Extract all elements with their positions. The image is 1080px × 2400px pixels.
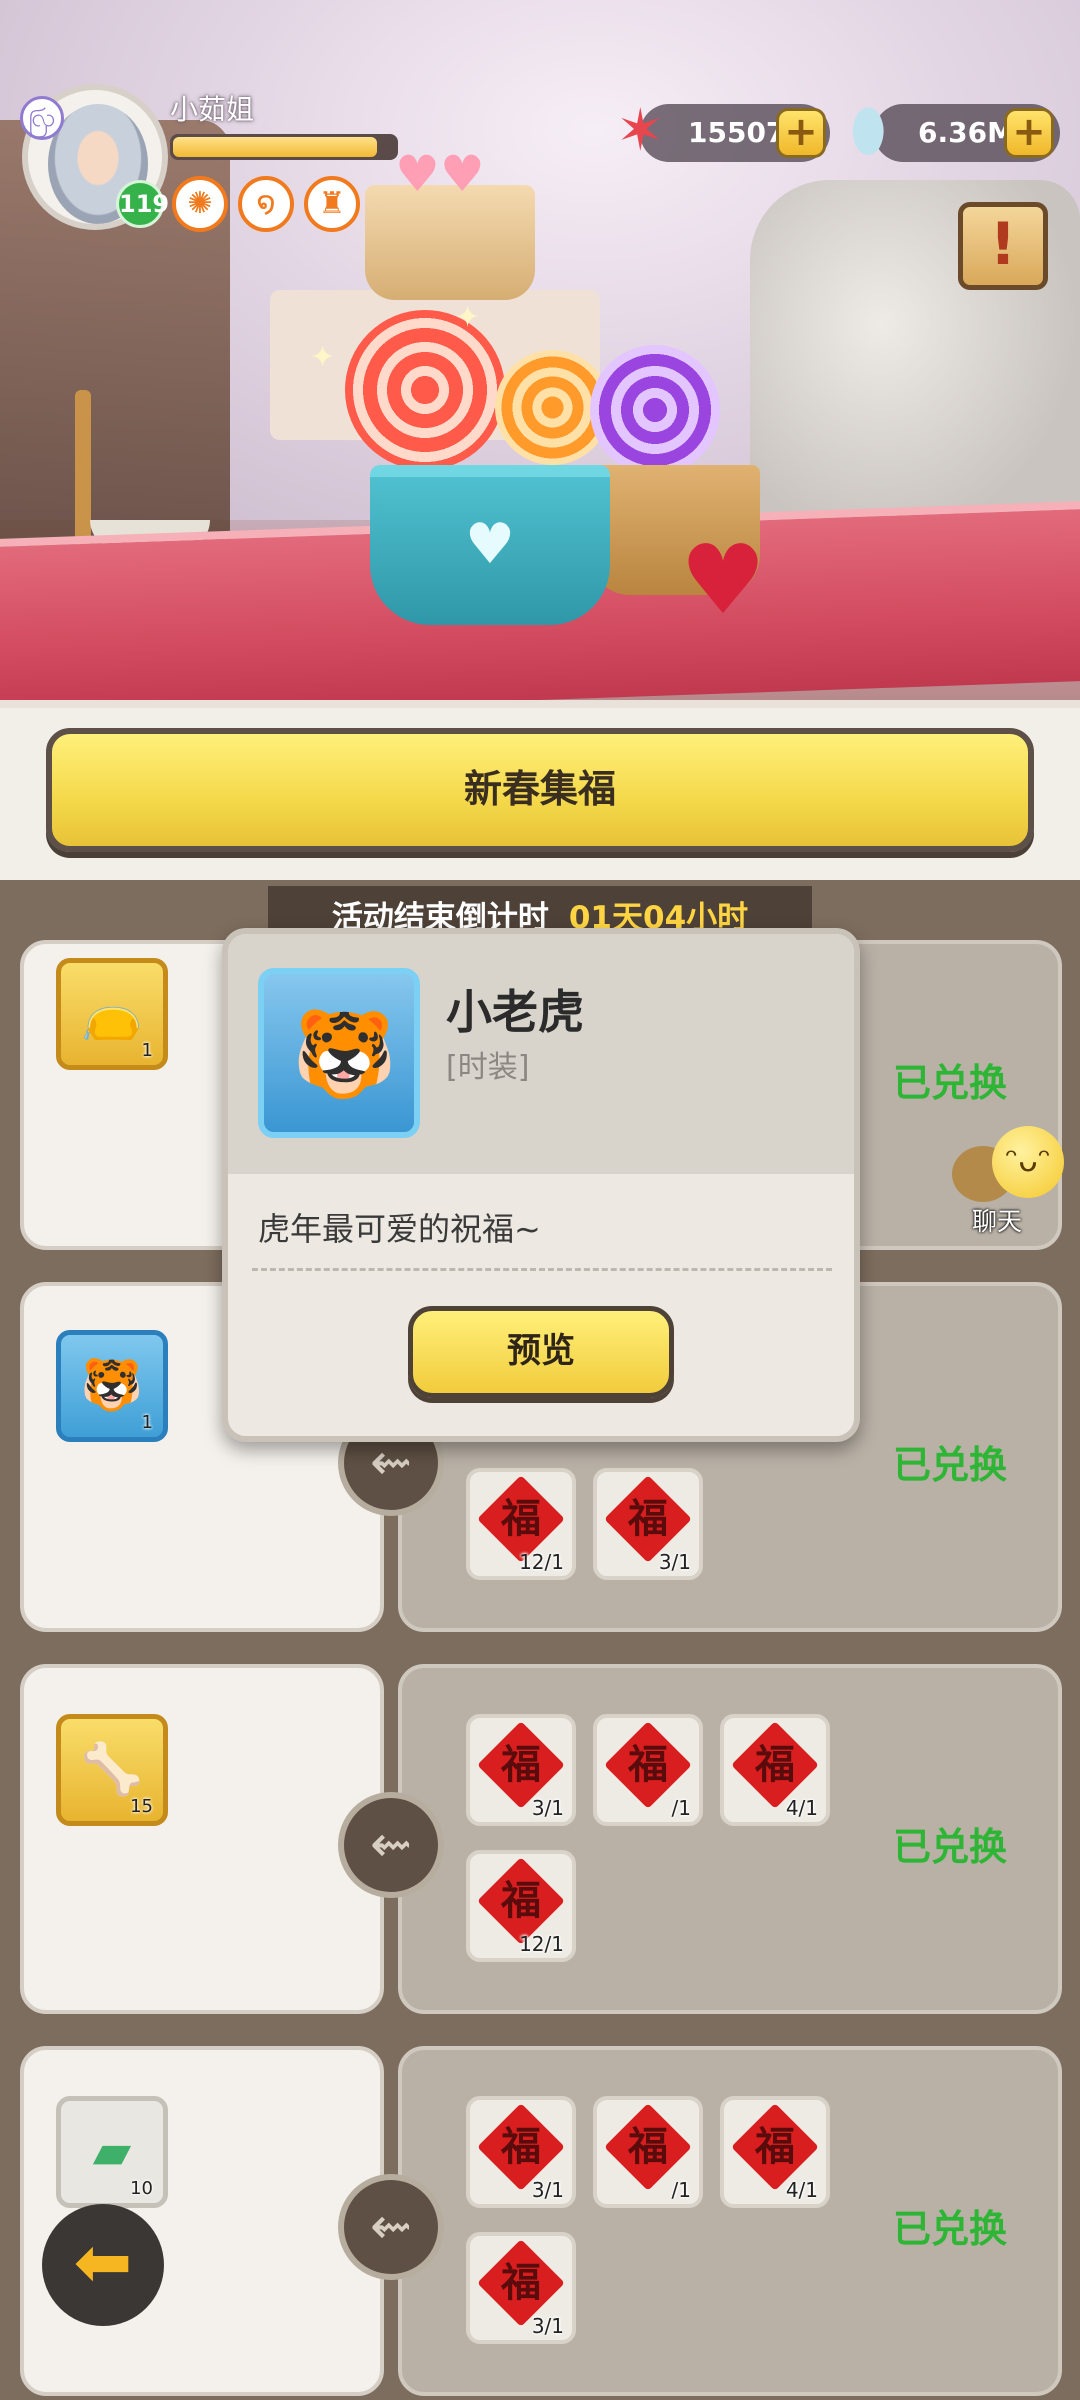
chat-label: 聊天	[972, 1207, 1023, 1236]
helmet-badge-icon[interactable]: ♜	[304, 176, 360, 232]
player-name: 小茹姐	[170, 93, 255, 126]
starfish-amount: 15507	[688, 116, 786, 149]
event-title-banner: 新春集福	[46, 728, 1034, 852]
exchange-arrow-icon: ⇜	[338, 2174, 444, 2280]
fu-card[interactable]: 福 12/1	[466, 1850, 576, 1962]
player-exp-bar	[170, 134, 398, 160]
burst-badge-icon[interactable]: ✺	[172, 176, 228, 232]
event-title: 新春集福	[463, 767, 616, 811]
back-arrow-button[interactable]: ⬅	[42, 2204, 164, 2326]
fu-card-count: 3/1	[658, 1550, 691, 1574]
fu-card[interactable]: 福 3/1	[466, 2096, 576, 2208]
banner-heart-bucket: ♥♥	[365, 145, 535, 300]
fu-card[interactable]: 福 /1	[593, 2096, 703, 2208]
reward-slot[interactable]: 👝 1	[56, 958, 168, 1070]
popup-divider	[252, 1268, 832, 1271]
fu-card-count: 4/1	[785, 1796, 818, 1820]
tiger-costume-icon: 🐯	[80, 1356, 144, 1414]
reward-qty: 15	[130, 1796, 153, 1817]
preview-button[interactable]: 预览	[408, 1306, 674, 1398]
chat-smiley-icon: ᵔᴗᵔ	[992, 1126, 1064, 1198]
green-ticket-icon: ▰	[92, 2122, 132, 2180]
status-redeemed: 已兑换	[892, 2207, 1007, 2251]
fu-card-count: 3/1	[531, 2314, 564, 2338]
reward-qty: 1	[141, 1412, 153, 1433]
lollipop-purple	[590, 345, 720, 475]
chat-button[interactable]: ᵔᴗᵔ 聊天	[952, 1122, 1070, 1236]
sparkle-icon: ✦	[455, 300, 481, 335]
status-redeemed: 已兑换	[892, 1825, 1007, 1869]
banner-heart-candy: ♥	[680, 524, 767, 636]
sparkle-icon: ✦	[310, 340, 336, 375]
shell-amount: 6.36M	[918, 116, 1015, 149]
starfish-icon: ✶	[616, 96, 665, 164]
popup-item-icon: 🐯	[258, 968, 420, 1138]
gift-pouch-icon: 👝	[80, 984, 144, 1042]
exchange-arrow-icon: ⇜	[338, 1792, 444, 1898]
popup-item-category: [时装]	[446, 1050, 530, 1085]
reward-qty: 1	[141, 1040, 153, 1061]
banner-blue-bucket: ♥	[370, 465, 610, 625]
lollipop-red	[345, 310, 505, 470]
fu-card[interactable]: 福 4/1	[720, 1714, 830, 1826]
add-shell-button[interactable]: +	[1004, 108, 1054, 158]
starfish-currency: 15507 +	[640, 104, 830, 162]
fu-card-count: 3/1	[531, 1796, 564, 1820]
fu-card[interactable]: 福 3/1	[466, 2232, 576, 2344]
reward-slot[interactable]: 🐯 1	[56, 1330, 168, 1442]
shell-currency: 6.36M +	[874, 104, 1060, 162]
status-redeemed: 已兑换	[892, 1061, 1007, 1105]
fu-card[interactable]: 福 4/1	[720, 2096, 830, 2208]
tiger-costume-icon: 🐯	[292, 1005, 397, 1103]
popup-item-name: 小老虎	[446, 985, 584, 1039]
item-detail-popup[interactable]: 🐯 小老虎 [时装] 虎年最可爱的祝福~ 预览	[222, 928, 860, 1442]
fu-card[interactable]: 福 3/1	[466, 1714, 576, 1826]
fu-card-count: 12/1	[519, 1550, 564, 1574]
reward-qty: 10	[130, 2178, 153, 2199]
shell-icon: ⬮	[850, 96, 887, 164]
reward-slot[interactable]: ▰ 10	[56, 2096, 168, 2208]
fu-card-count: /1	[671, 2178, 691, 2202]
avatar-frame-emblem-icon: ꩺ	[20, 96, 64, 140]
swirl-badge-icon[interactable]: ໑	[238, 176, 294, 232]
add-starfish-button[interactable]: +	[776, 108, 826, 158]
fu-card[interactable]: 福 12/1	[466, 1468, 576, 1580]
fu-card[interactable]: 福 /1	[593, 1714, 703, 1826]
fu-card-count: 3/1	[531, 2178, 564, 2202]
fu-card-count: /1	[671, 1796, 691, 1820]
popup-item-description: 虎年最可爱的祝福~	[258, 1210, 541, 1248]
player-level-badge: 119	[116, 180, 169, 228]
quest-scroll-icon[interactable]: !	[958, 202, 1048, 290]
fu-card-count: 4/1	[785, 2178, 818, 2202]
fossil-stone-icon: 🦴	[80, 1740, 144, 1798]
fu-card-count: 12/1	[519, 1932, 564, 1956]
status-redeemed: 已兑换	[892, 1443, 1007, 1487]
reward-slot[interactable]: 🦴 15	[56, 1714, 168, 1826]
fu-card[interactable]: 福 3/1	[593, 1468, 703, 1580]
